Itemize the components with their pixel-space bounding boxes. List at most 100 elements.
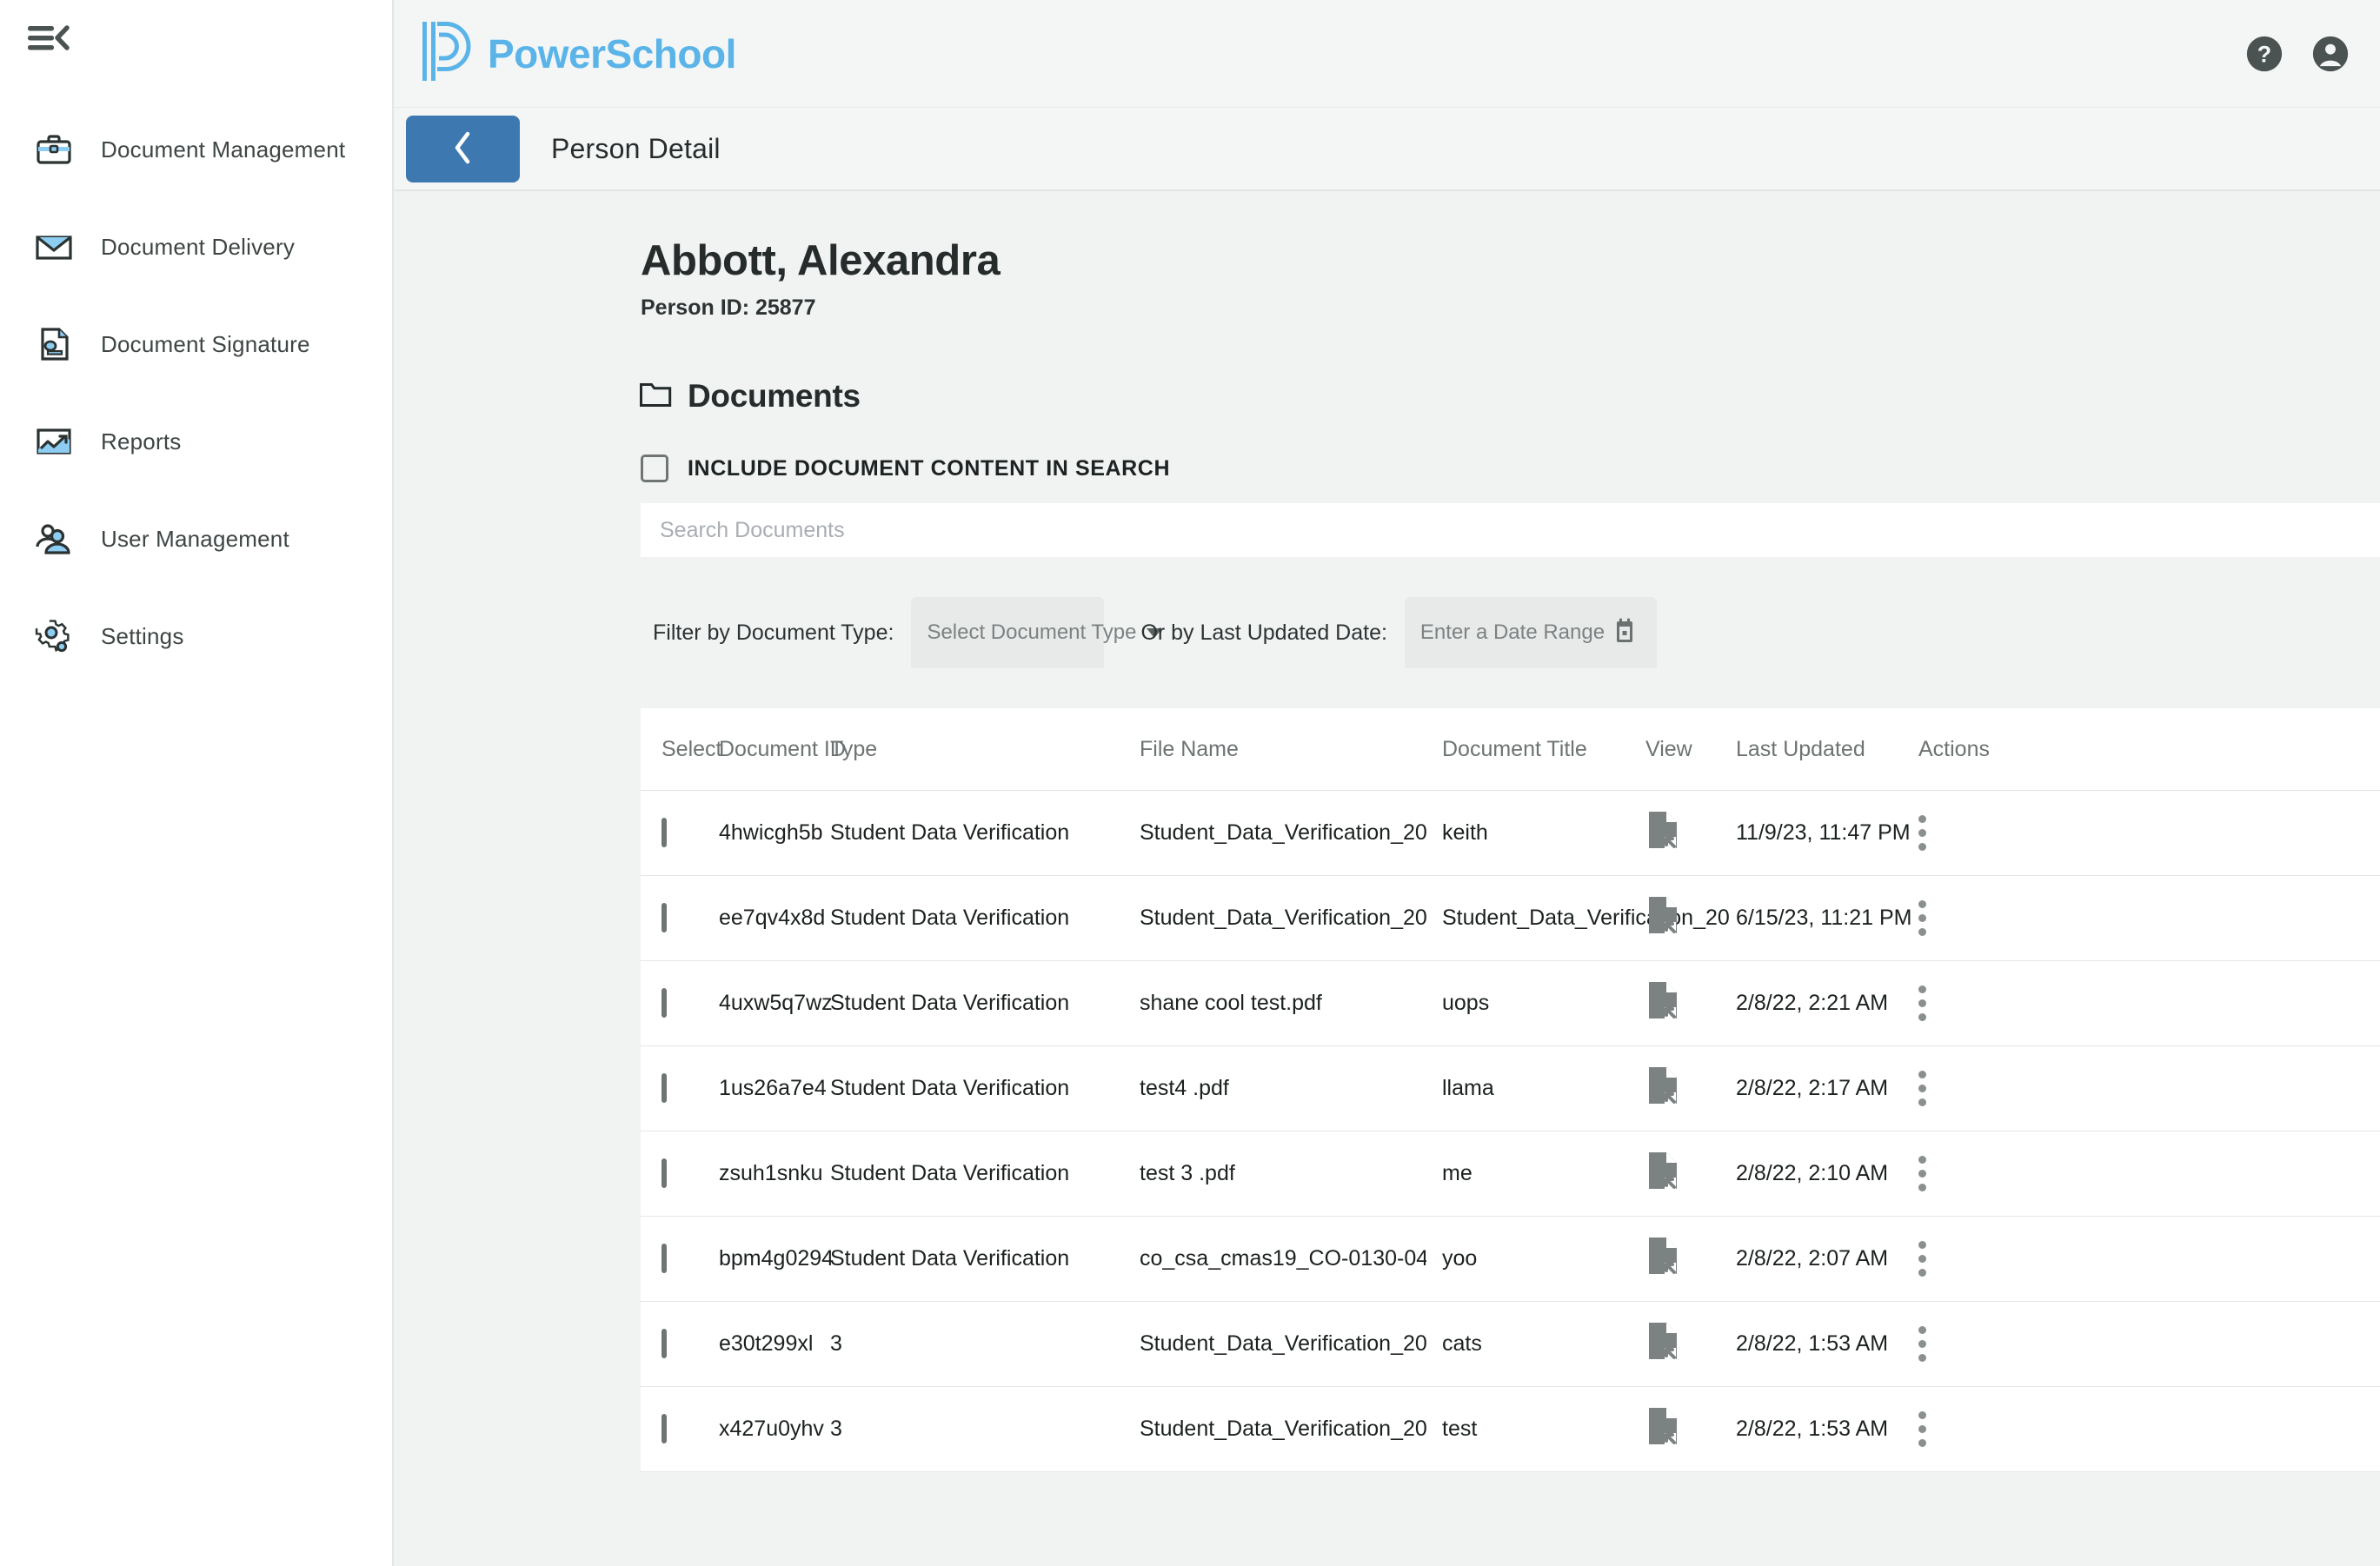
menu-collapse-icon[interactable] <box>17 12 80 64</box>
include-document-content-checkbox[interactable] <box>641 455 668 482</box>
table-body: 4hwicgh5b Student Data Verification Stud… <box>641 791 2380 1472</box>
table-row[interactable]: x427u0yhv 3 Student_Data_Verification_20… <box>641 1387 2380 1472</box>
sidebar-item-document-signature[interactable]: Document Signature <box>0 295 392 393</box>
chevron-left-icon <box>452 130 475 168</box>
row-checkbox[interactable] <box>661 1073 667 1103</box>
cell-file-name: Student_Data_Verification_20 <box>1140 1331 1426 1357</box>
calendar-icon[interactable] <box>1612 617 1638 649</box>
column-header-last-updated: Last Updated <box>1736 737 1865 762</box>
last-updated-text: 6/15/23, 11:21 PM <box>1736 906 1911 930</box>
briefcase-icon <box>31 127 76 172</box>
cell-view <box>1645 1406 1680 1452</box>
page-title: Person Detail <box>551 133 721 165</box>
cell-type: Student Data Verification <box>830 1161 1069 1186</box>
filter-date-label: Or by Last Updated Date: <box>1140 620 1386 646</box>
cell-last-updated: 2/8/22, 2:21 AM <box>1736 990 1888 1017</box>
chart-image-icon <box>31 419 76 464</box>
sidebar-item-label: Document Signature <box>101 331 310 358</box>
cell-document-title: keith <box>1442 820 1729 846</box>
column-header-select: Select <box>661 737 721 762</box>
table-row[interactable]: bpm4g0294 Student Data Verification co_c… <box>641 1217 2380 1302</box>
cell-view <box>1645 980 1680 1026</box>
row-checkbox[interactable] <box>661 903 667 932</box>
row-checkbox[interactable] <box>661 818 667 847</box>
brand-logo[interactable]: PowerSchool <box>420 18 736 89</box>
sidebar-item-document-management[interactable]: Document Management <box>0 101 392 198</box>
gear-icon <box>31 614 76 659</box>
cell-view <box>1645 1065 1680 1111</box>
back-button[interactable] <box>406 116 520 182</box>
document-type-select[interactable]: Select Document Type <box>911 597 1104 668</box>
powerschool-p-logo <box>420 18 474 89</box>
cell-document-id: 1us26a7e4 <box>719 1076 827 1101</box>
more-vertical-icon[interactable] <box>1918 985 1927 1021</box>
cell-view <box>1645 810 1680 856</box>
more-vertical-icon[interactable] <box>1918 1071 1927 1106</box>
row-select-cell <box>661 906 667 931</box>
app-root: Document Management Document Delivery <box>0 0 2380 1566</box>
account-circle-icon[interactable] <box>2310 34 2350 74</box>
cell-document-title: Student_Data_Verification_20 <box>1442 906 1729 931</box>
table-row[interactable]: ee7qv4x8d Student Data Verification Stud… <box>641 876 2380 961</box>
last-updated-text: 2/8/22, 1:53 AM <box>1736 1331 1888 1356</box>
last-updated-text: 11/9/23, 11:47 PM <box>1736 820 1911 845</box>
cell-type: Student Data Verification <box>830 1076 1069 1101</box>
cell-last-updated: 6/15/23, 11:21 PM <box>1736 905 1911 932</box>
sidebar-item-label: Document Management <box>101 136 345 163</box>
row-checkbox[interactable] <box>661 1414 667 1443</box>
cell-document-title: test <box>1442 1417 1729 1442</box>
sidebar-item-settings[interactable]: Settings <box>0 587 392 685</box>
document-open-icon[interactable] <box>1645 916 1680 940</box>
cell-actions <box>1918 1156 1927 1191</box>
person-id: Person ID: 25877 <box>641 295 2380 321</box>
document-open-icon[interactable] <box>1645 1001 1680 1025</box>
document-open-icon[interactable] <box>1645 1427 1680 1451</box>
search-input[interactable] <box>641 503 2380 557</box>
cell-document-title: yoo <box>1442 1246 1729 1271</box>
table-row[interactable]: 4hwicgh5b Student Data Verification Stud… <box>641 791 2380 876</box>
cell-view <box>1645 1321 1680 1367</box>
sidebar-item-label: User Management <box>101 526 289 553</box>
cell-file-name: Student_Data_Verification_20 <box>1140 906 1426 931</box>
last-updated-text: 2/8/22, 2:21 AM <box>1736 991 1888 1015</box>
cell-document-id: x427u0yhv <box>719 1417 824 1442</box>
cell-last-updated: 2/8/22, 2:07 AM <box>1736 1245 1888 1272</box>
more-vertical-icon[interactable] <box>1918 1156 1927 1191</box>
column-header-file-name: File Name <box>1140 737 1239 762</box>
row-checkbox[interactable] <box>661 988 667 1018</box>
cell-file-name: Student_Data_Verification_20 <box>1140 820 1426 846</box>
cell-last-updated: 11/9/23, 11:47 PM <box>1736 819 1911 846</box>
cell-type: Student Data Verification <box>830 820 1069 846</box>
last-updated-text: 2/8/22, 2:07 AM <box>1736 1246 1888 1271</box>
document-open-icon[interactable] <box>1645 1171 1680 1196</box>
more-vertical-icon[interactable] <box>1918 1326 1927 1362</box>
include-content-row: INCLUDE DOCUMENT CONTENT IN SEARCH <box>641 455 2380 482</box>
sidebar-item-user-management[interactable]: User Management <box>0 490 392 587</box>
table-row[interactable]: e30t299xl 3 Student_Data_Verification_20… <box>641 1302 2380 1387</box>
cell-file-name: test 3 .pdf <box>1140 1161 1426 1186</box>
envelope-icon <box>31 224 76 269</box>
cell-type: Student Data Verification <box>830 991 1069 1016</box>
document-open-icon[interactable] <box>1645 1086 1680 1111</box>
table-row[interactable]: 4uxw5q7wz Student Data Verification shan… <box>641 961 2380 1046</box>
main-area: PowerSchool ? <box>394 0 2380 1566</box>
more-vertical-icon[interactable] <box>1918 1241 1927 1277</box>
sidebar-item-reports[interactable]: Reports <box>0 393 392 490</box>
document-open-icon[interactable] <box>1645 1257 1680 1281</box>
more-vertical-icon[interactable] <box>1918 1411 1927 1447</box>
column-header-type: Type <box>830 737 877 762</box>
table-row[interactable]: 1us26a7e4 Student Data Verification test… <box>641 1046 2380 1131</box>
table-row[interactable]: zsuh1snku Student Data Verification test… <box>641 1131 2380 1217</box>
help-circle-icon[interactable]: ? <box>2244 34 2284 74</box>
row-select-cell <box>661 991 667 1016</box>
more-vertical-icon[interactable] <box>1918 900 1927 936</box>
row-checkbox[interactable] <box>661 1244 667 1273</box>
more-vertical-icon[interactable] <box>1918 815 1927 851</box>
document-open-icon[interactable] <box>1645 831 1680 855</box>
row-checkbox[interactable] <box>661 1158 667 1188</box>
row-checkbox[interactable] <box>661 1329 667 1358</box>
date-range-input[interactable]: Enter a Date Range <box>1405 597 1657 668</box>
row-select-cell <box>661 1417 667 1442</box>
sidebar-item-document-delivery[interactable]: Document Delivery <box>0 198 392 295</box>
document-open-icon[interactable] <box>1645 1342 1680 1366</box>
